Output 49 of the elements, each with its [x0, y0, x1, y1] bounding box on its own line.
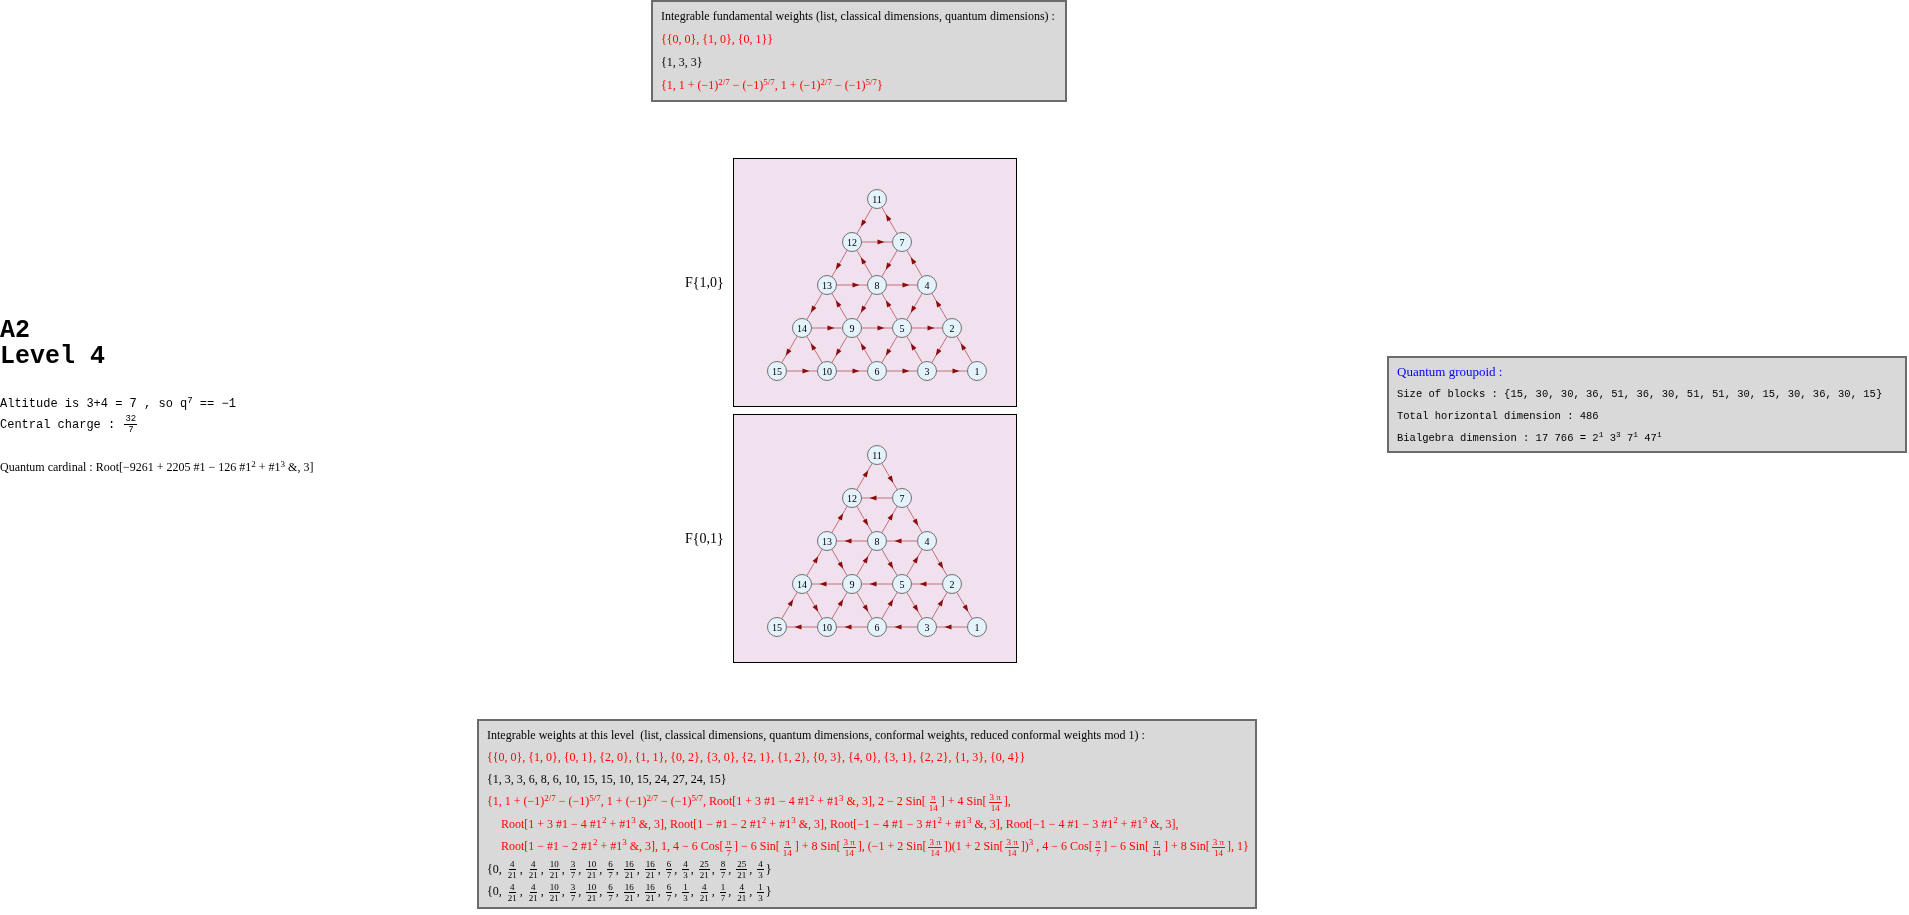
- graph-node: 5: [892, 318, 912, 338]
- graph-node: 3: [917, 361, 937, 381]
- box-title: Integrable fundamental weights (list, classical dimensions, quantum dimensions) :: [661, 8, 1055, 25]
- graph-node: 11: [867, 445, 887, 465]
- graph-node: 1: [967, 361, 987, 381]
- graph-node: 4: [917, 275, 937, 295]
- info-line: Central charge : 32 7: [0, 414, 139, 435]
- formula-line: Total horizontal dimension : 486: [1397, 409, 1599, 424]
- graph-label: F{1,0}: [685, 275, 724, 290]
- heading: A2: [0, 318, 30, 344]
- graph-node: 4: [917, 531, 937, 551]
- graph-node: 13: [817, 531, 837, 551]
- graph-node: 5: [892, 574, 912, 594]
- graph-node: 8: [867, 275, 887, 295]
- heading: Level 4: [0, 344, 106, 370]
- graph-node: 14: [792, 574, 812, 594]
- graph-label: F{0,1}: [685, 531, 724, 546]
- graph-node: 11: [867, 189, 887, 209]
- formula-line: Bialgebra dimension : 17 766 = 2$^{1}$ 3$^{3}$ 7$^{1}$ 47$^{1}$: [1397, 429, 1662, 446]
- graph-node: 2: [942, 318, 962, 338]
- graph-node: 1: [967, 617, 987, 637]
- graph-node: 15: [767, 361, 787, 381]
- graph-node: 2: [942, 574, 962, 594]
- graph-node: 9: [842, 574, 862, 594]
- graph-node: 14: [792, 318, 812, 338]
- info-line: Altitude is 3+4 = 7 , so q$^{7}$ == −1: [0, 394, 236, 413]
- graph-node: 13: [817, 275, 837, 295]
- graph-node: 3: [917, 617, 937, 637]
- graph-node: 10: [817, 617, 837, 637]
- formula-line: {1, 1 + (−1)$^{2/7}$ − (−1)$^{5/7}$, 1 + (−1)$^{2/7}$ − (−1)$^{5/7}$}: [661, 75, 883, 94]
- graph-node: 12: [842, 488, 862, 508]
- graph-node: 7: [892, 488, 912, 508]
- graph-node: 8: [867, 531, 887, 551]
- graph-node: 15: [767, 617, 787, 637]
- formula-line: Quantum cardinal : Root[−9261 + 2205 #1 − 126 #1$^{2}$ + #1$^{3}$ &, 3]: [0, 457, 314, 476]
- formula-line: {{0, 0}, {1, 0}, {0, 1}}: [661, 31, 774, 48]
- formula-line: {1, 3, 3}: [661, 54, 703, 71]
- formula-line: Size of blocks : {15, 30, 30, 36, 51, 36, 30, 51, 51, 30, 15, 30, 36, 30, 15}: [1397, 387, 1883, 402]
- graph-node: 10: [817, 361, 837, 381]
- graph-node: 6: [867, 617, 887, 637]
- graph-node: 7: [892, 232, 912, 252]
- box-title: Quantum groupoid :: [1397, 363, 1503, 381]
- formula-line: {{0, 0}, {1, 0}, {0, 1}, {2, 0}, {1, 1}, {0, 2}, {3, 0}, {2, 1}, {1, 2}, {0, 3}, {4, 0}, {3, 1}, {2, 2}, {1, 3}, {0, 4}}: [487, 749, 1026, 766]
- formula-line: Root[1 + 3 #1 − 4 #1$^{2}$ + #1$^{3}$ &, 3], Root[1 − #1 − 2 #1$^{2}$ + #1$^{3}$ &, 3], Root[−1 − 4 #1 − 3 #1$^{2}$ + #1$^{3}$ &, 3], Root[−1 − 4 #1 − 3 #1$^{2}$ + #1$^{3}$ &, 3],: [500, 814, 1179, 833]
- graph-node: 9: [842, 318, 862, 338]
- graph-node: 6: [867, 361, 887, 381]
- box-title: Integrable weights at this level (list, classical dimensions, quantum dimensions, conformal weights, reduced conformal weights mod 1) :: [487, 727, 1145, 744]
- formula-line: {1, 3, 3, 6, 8, 6, 10, 15, 15, 10, 15, 24, 27, 24, 15}: [487, 771, 727, 788]
- graph-node: 12: [842, 232, 862, 252]
